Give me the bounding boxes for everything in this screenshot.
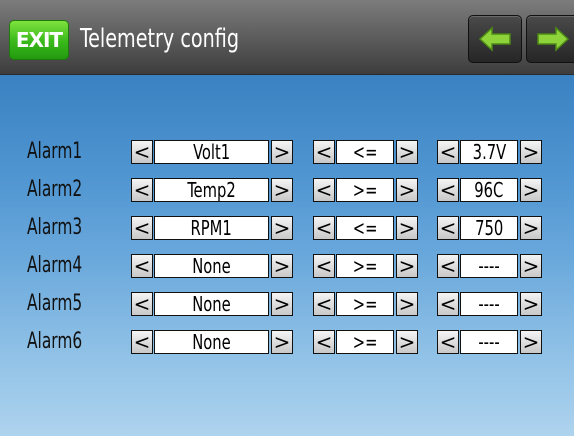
next-page-button[interactable]: [526, 15, 574, 63]
alarm1-value-decrement-button[interactable]: <: [437, 140, 459, 164]
alarm5-value-decrement-button[interactable]: <: [437, 292, 459, 316]
alarm3-operator-increment-button[interactable]: >: [396, 216, 418, 240]
alarm1-source-decrement-button[interactable]: <: [131, 140, 153, 164]
alarm-value-value: 3.7V: [472, 140, 506, 164]
alarm-operator-value: >=: [352, 330, 378, 354]
alarm3-source-field[interactable]: RPM1: [154, 216, 269, 240]
alarm-operator-value: >=: [352, 254, 378, 278]
alarm-label: Alarm6: [27, 329, 83, 354]
alarm6-value-increment-button[interactable]: >: [520, 330, 542, 354]
previous-page-button[interactable]: [468, 15, 522, 63]
alarm-label: Alarm1: [27, 139, 83, 164]
alarm6-source-increment-button[interactable]: >: [271, 330, 293, 354]
alarm2-source-decrement-button[interactable]: <: [131, 178, 153, 202]
alarm3-source-decrement-button[interactable]: <: [131, 216, 153, 240]
alarm4-operator-decrement-button[interactable]: <: [313, 254, 335, 278]
alarm6-operator-decrement-button[interactable]: <: [313, 330, 335, 354]
alarm4-value-field[interactable]: ----: [460, 254, 518, 278]
alarm1-operator-increment-button[interactable]: >: [396, 140, 418, 164]
alarm4-source-increment-button[interactable]: >: [271, 254, 293, 278]
alarm-source-value: Temp2: [187, 178, 236, 202]
alarm4-operator-field[interactable]: >=: [336, 254, 394, 278]
alarm-label: Alarm3: [27, 215, 83, 240]
alarm6-operator-increment-button[interactable]: >: [396, 330, 418, 354]
alarm2-source-increment-button[interactable]: >: [271, 178, 293, 202]
alarm-source-value: RPM1: [190, 216, 233, 240]
alarm5-source-field[interactable]: None: [154, 292, 269, 316]
alarm-source-value: None: [192, 254, 231, 278]
alarm5-value-increment-button[interactable]: >: [520, 292, 542, 316]
alarm-operator-value: >=: [352, 292, 378, 316]
alarm5-value-field[interactable]: ----: [460, 292, 518, 316]
alarm3-operator-decrement-button[interactable]: <: [313, 216, 335, 240]
telemetry-config-screen: EXIT Telemetry config Alarm1 < Volt1 > < <= > <…: [0, 0, 574, 436]
alarm6-value-decrement-button[interactable]: <: [437, 330, 459, 354]
alarm5-operator-decrement-button[interactable]: <: [313, 292, 335, 316]
alarm3-value-decrement-button[interactable]: <: [437, 216, 459, 240]
alarm5-source-decrement-button[interactable]: <: [131, 292, 153, 316]
alarm2-value-increment-button[interactable]: >: [520, 178, 542, 202]
alarm-value-value: ----: [478, 254, 500, 278]
alarm4-value-decrement-button[interactable]: <: [437, 254, 459, 278]
alarm1-operator-field[interactable]: <=: [336, 140, 394, 164]
alarm5-operator-field[interactable]: >=: [336, 292, 394, 316]
alarm5-operator-increment-button[interactable]: >: [396, 292, 418, 316]
alarm2-operator-field[interactable]: >=: [336, 178, 394, 202]
alarm-value-value: ----: [478, 330, 500, 354]
alarm-value-value: ----: [478, 292, 500, 316]
alarm-source-value: Volt1: [192, 140, 231, 164]
alarm4-source-field[interactable]: None: [154, 254, 269, 278]
alarm-operator-value: <=: [352, 140, 378, 164]
alarm6-value-field[interactable]: ----: [460, 330, 518, 354]
alarm1-source-increment-button[interactable]: >: [271, 140, 293, 164]
alarm5-source-increment-button[interactable]: >: [271, 292, 293, 316]
alarm3-operator-field[interactable]: <=: [336, 216, 394, 240]
page-title: Telemetry config: [80, 24, 240, 54]
alarm1-source-field[interactable]: Volt1: [154, 140, 269, 164]
arrow-left-icon: [478, 26, 511, 52]
alarm1-operator-decrement-button[interactable]: <: [313, 140, 335, 164]
alarm3-source-increment-button[interactable]: >: [271, 216, 293, 240]
alarm1-value-field[interactable]: 3.7V: [460, 140, 518, 164]
alarm-label: Alarm5: [27, 291, 83, 316]
alarm-value-value: 750: [474, 216, 504, 240]
alarm2-value-field[interactable]: 96C: [460, 178, 518, 202]
title-bar: EXIT Telemetry config: [0, 0, 574, 75]
alarm4-source-decrement-button[interactable]: <: [131, 254, 153, 278]
alarm-value-value: 96C: [474, 178, 504, 202]
alarm3-value-increment-button[interactable]: >: [520, 216, 542, 240]
alarm4-value-increment-button[interactable]: >: [520, 254, 542, 278]
alarm-operator-value: >=: [352, 178, 378, 202]
alarm-source-value: None: [192, 330, 231, 354]
exit-button[interactable]: EXIT: [9, 20, 69, 60]
alarm3-value-field[interactable]: 750: [460, 216, 518, 240]
alarm1-value-increment-button[interactable]: >: [520, 140, 542, 164]
alarm6-source-field[interactable]: None: [154, 330, 269, 354]
arrow-right-icon: [537, 26, 570, 52]
alarm-label: Alarm4: [27, 253, 83, 278]
alarm2-operator-decrement-button[interactable]: <: [313, 178, 335, 202]
alarm2-operator-increment-button[interactable]: >: [396, 178, 418, 202]
alarm-label: Alarm2: [27, 177, 83, 202]
alarm-source-value: None: [192, 292, 231, 316]
alarm6-source-decrement-button[interactable]: <: [131, 330, 153, 354]
alarm-operator-value: <=: [352, 216, 378, 240]
alarm4-operator-increment-button[interactable]: >: [396, 254, 418, 278]
alarm6-operator-field[interactable]: >=: [336, 330, 394, 354]
alarm2-source-field[interactable]: Temp2: [154, 178, 269, 202]
alarm2-value-decrement-button[interactable]: <: [437, 178, 459, 202]
